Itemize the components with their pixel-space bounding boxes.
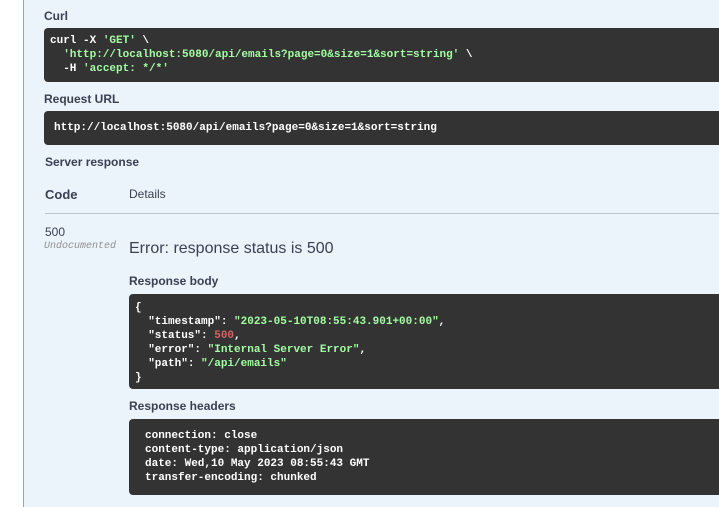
json-key-path: "path" <box>148 358 188 370</box>
request-url-label: Request URL <box>44 92 120 106</box>
response-headers-label: Response headers <box>129 399 236 413</box>
code-column-header: Code <box>45 187 78 202</box>
json-key-timestamp: "timestamp" <box>148 316 221 328</box>
request-url-block[interactable]: http://localhost:5080/api/emails?page=0&… <box>44 111 719 145</box>
curl-continuation: \ <box>135 35 150 47</box>
json-key-status: "status" <box>148 330 202 342</box>
json-value-path: "/api/emails" <box>201 358 287 370</box>
header-line: transfer-encoding: chunked <box>145 472 317 484</box>
header-line: date: Wed,10 May 2023 08:55:43 GMT <box>145 458 370 470</box>
json-open-brace: { <box>135 302 142 314</box>
response-body-block[interactable]: { "timestamp": "2023-05-10T08:55:43.901+… <box>129 294 719 389</box>
request-url-value: http://localhost:5080/api/emails?page=0&… <box>54 122 437 134</box>
json-value-status: 500 <box>214 330 235 342</box>
curl-url: 'http://localhost:5080/api/emails?page=0… <box>63 49 460 61</box>
json-close-brace: } <box>135 372 142 384</box>
response-body-label: Response body <box>129 274 219 288</box>
undocumented-tag: Undocumented <box>44 241 117 252</box>
header-line: content-type: application/json <box>145 444 344 456</box>
curl-continuation-2: \ <box>459 49 473 61</box>
header-divider <box>45 213 719 214</box>
server-response-label: Server response <box>45 155 140 169</box>
status-code: 500 <box>45 225 66 239</box>
curl-header-flag: -H <box>63 63 84 75</box>
json-key-error: "error" <box>148 344 195 356</box>
json-value-timestamp: "2023-05-10T08:55:43.901+00:00" <box>234 316 439 328</box>
json-value-error: "Internal Server Error" <box>207 344 360 356</box>
details-column-header: Details <box>129 187 166 201</box>
curl-prefix: curl -X <box>50 35 103 47</box>
curl-method: 'GET' <box>102 35 136 47</box>
error-message: Error: response status is 500 <box>129 240 334 257</box>
header-line: connection: close <box>145 430 258 442</box>
response-panel: Curl curl -X 'GET' \ 'http://localhost:5… <box>23 0 719 507</box>
curl-header-value: 'accept: */*' <box>83 63 169 75</box>
curl-label: Curl <box>44 9 68 23</box>
response-headers-block[interactable]: connection: close content-type: applicat… <box>129 419 719 495</box>
curl-code-block[interactable]: curl -X 'GET' \ 'http://localhost:5080/a… <box>44 28 719 82</box>
